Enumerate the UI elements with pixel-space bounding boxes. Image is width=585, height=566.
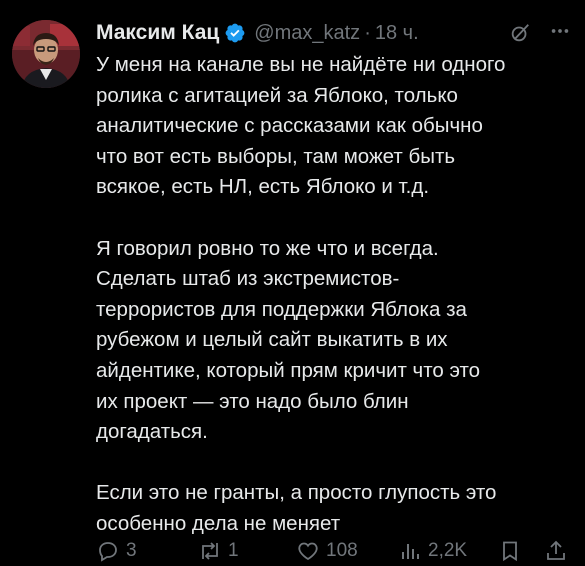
- bookmark-icon: [503, 541, 517, 562]
- reply-icon: [99, 542, 117, 562]
- text-line: айдентике, который прям кричит что это: [96, 358, 481, 382]
- views-icon: [402, 544, 419, 559]
- text-line: Если это не гранты, а просто глупость эт…: [96, 481, 497, 505]
- tweet-paragraph: Если это не гранты, а просто глупость эт…: [96, 478, 576, 539]
- text-line: рубежом и целый сайт выкатить в их: [96, 328, 448, 352]
- like-button[interactable]: 108: [296, 536, 358, 566]
- verified-badge-icon: [224, 22, 246, 44]
- text-line: что вот есть выборы, там может быть: [96, 144, 456, 168]
- avatar[interactable]: [12, 20, 80, 88]
- share-icon: [547, 540, 565, 560]
- separator-dot: ·: [364, 21, 371, 44]
- tweet-actions: 3 1 108 2,2K: [96, 536, 585, 566]
- text-line: ролика с агитацией за Яблоко, только: [96, 83, 458, 107]
- text-line: аналитические с рассказами как обычно: [96, 114, 483, 138]
- avatar-photo: [12, 20, 80, 88]
- retweet-icon: [202, 542, 218, 560]
- tweet-header: Максим Кац @max_katz · 18 ч.: [96, 18, 575, 48]
- author-name[interactable]: Максим Кац: [96, 21, 219, 45]
- grok-icon[interactable]: [509, 22, 531, 44]
- text-line: Сделать штаб из экстремистов-: [96, 267, 400, 291]
- share-button[interactable]: [544, 536, 568, 566]
- text-line: У меня на канале вы не найдёте ни одного: [96, 53, 506, 76]
- reply-button[interactable]: 3: [96, 536, 137, 566]
- retweet-button[interactable]: 1: [198, 536, 239, 566]
- text-line: их проект — это надо было блин: [96, 389, 409, 413]
- tweet-paragraph: Я говорил ровно то же что и всегда. Сдел…: [96, 234, 576, 448]
- like-icon: [298, 542, 318, 561]
- text-line: всякое, есть НЛ, есть Яблоко и т.д.: [96, 175, 430, 199]
- text-line: догадаться.: [96, 420, 208, 444]
- tweet[interactable]: Максим Кац @max_katz · 18 ч. У меня на к…: [0, 0, 585, 562]
- header-actions: [509, 18, 571, 48]
- more-icon[interactable]: [549, 20, 571, 46]
- bookmark-button[interactable]: [498, 536, 522, 566]
- views-button[interactable]: 2,2K: [398, 536, 467, 566]
- tweet-paragraph: У меня на канале вы не найдёте ни одного…: [96, 50, 576, 203]
- text-line: особенно дела не меняет: [96, 511, 341, 535]
- timestamp[interactable]: 18 ч.: [375, 22, 419, 45]
- text-line: террористов для поддержки Яблока за: [96, 297, 467, 321]
- author-handle[interactable]: @max_katz: [254, 22, 360, 45]
- text-line: Я говорил ровно то же что и всегда.: [96, 236, 439, 260]
- tweet-text: У меня на канале вы не найдёте ни одного…: [96, 50, 576, 540]
